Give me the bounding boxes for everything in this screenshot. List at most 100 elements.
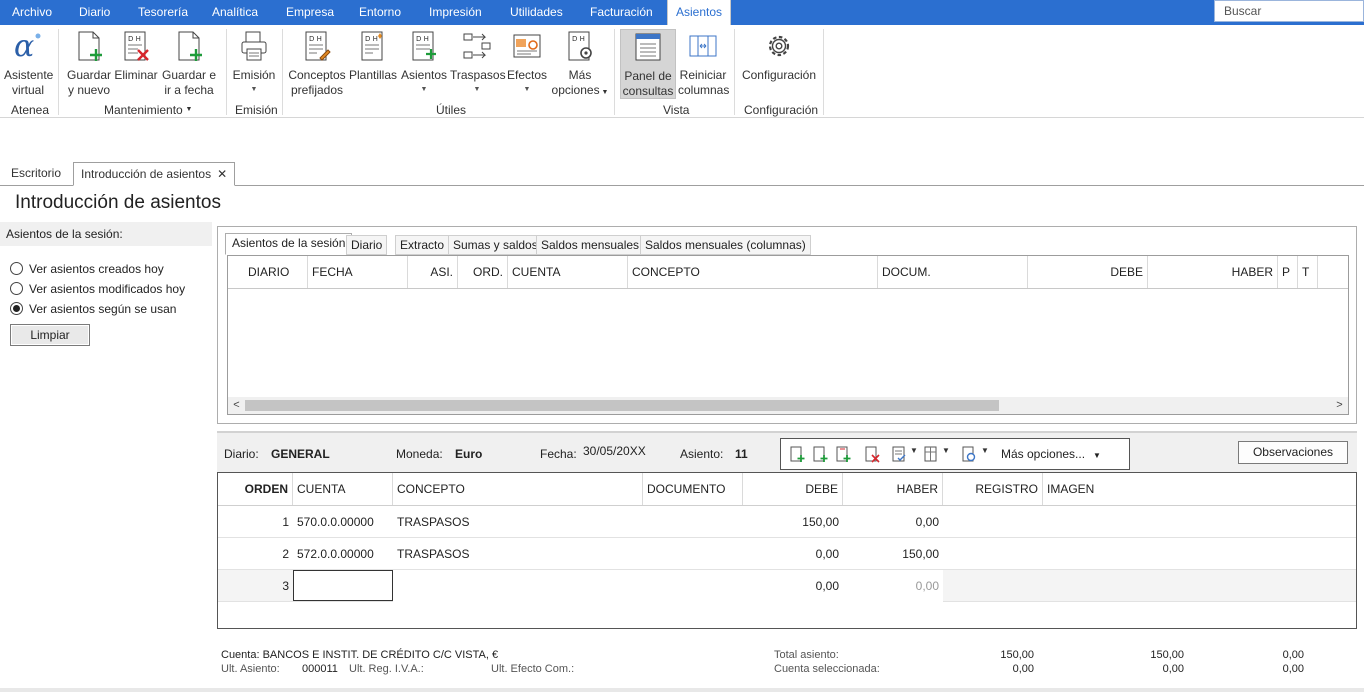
plantillas-button[interactable]: D H Plantillas: [349, 29, 397, 83]
col-concepto[interactable]: CONCEPTO: [628, 256, 878, 288]
subtab-diario[interactable]: Diario: [346, 235, 388, 255]
cell-debe[interactable]: 0,00: [743, 538, 843, 570]
col-haber[interactable]: HABER: [843, 473, 943, 505]
cell-haber[interactable]: 0,00: [843, 506, 943, 538]
col-concepto[interactable]: CONCEPTO: [393, 473, 643, 505]
observaciones-button[interactable]: Observaciones: [1238, 441, 1348, 464]
col-docum[interactable]: DOCUM.: [878, 256, 1028, 288]
guardar-nuevo-button[interactable]: Guardar y nuevo: [66, 29, 112, 98]
tab-introduccion-asientos[interactable]: Introducción de asientos ✕: [73, 162, 236, 186]
session-grid[interactable]: DIARIO FECHA ASI. ORD. CUENTA CONCEPTO D…: [227, 255, 1349, 415]
eliminar-button[interactable]: D H Eliminar: [114, 29, 158, 83]
cell-concepto[interactable]: TRASPASOS: [393, 538, 643, 570]
delete-line-icon[interactable]: [864, 446, 880, 463]
cell-concepto[interactable]: TRASPASOS: [393, 506, 643, 538]
col-diario[interactable]: DIARIO: [228, 256, 308, 288]
document-settings-icon[interactable]: [961, 446, 977, 463]
scroll-left-icon[interactable]: <: [228, 397, 245, 414]
conceptos-prefijados-button[interactable]: D H Conceptos prefijados: [287, 29, 347, 98]
asistente-virtual-button[interactable]: α Asistente virtual: [4, 29, 53, 98]
scroll-right-icon[interactable]: >: [1331, 397, 1348, 414]
col-ord[interactable]: ORD.: [458, 256, 508, 288]
col-fecha[interactable]: FECHA: [308, 256, 408, 288]
traspasos-label: Traspasos: [450, 68, 506, 82]
subtab-sumas-saldos[interactable]: Sumas y saldos: [448, 235, 543, 255]
cuenta-edit-input[interactable]: [293, 570, 393, 601]
asientos-button[interactable]: D H Asientos ▼: [401, 29, 447, 93]
menu-tab-archivo[interactable]: Archivo: [12, 0, 52, 25]
chevron-down-icon[interactable]: ▼: [981, 446, 989, 455]
menu-tab-entorno[interactable]: Entorno: [359, 0, 401, 25]
limpiar-button[interactable]: Limpiar: [10, 324, 90, 346]
group-label-configuracion: Configuración: [744, 103, 819, 117]
configuracion-button[interactable]: Configuración: [740, 29, 818, 83]
menu-bar: Archivo Diario Tesorería Analítica Empre…: [0, 0, 1364, 25]
menu-tab-tesoreria[interactable]: Tesorería: [138, 0, 188, 25]
radio-segun-se-usan[interactable]: Ver asientos según se usan: [10, 302, 176, 316]
table-row[interactable]: 2 572.0.0.00000 TRASPASOS 0,00 150,00: [218, 538, 1356, 570]
cell-documento[interactable]: [643, 570, 743, 602]
mas-opciones-button[interactable]: D H Más opciones ▼: [549, 29, 611, 100]
add-line-icon[interactable]: [789, 446, 805, 463]
tab-escritorio[interactable]: Escritorio: [4, 162, 68, 186]
cell-cuenta[interactable]: 572.0.0.00000: [293, 538, 393, 570]
chevron-down-icon: ▼: [473, 86, 481, 93]
menu-tab-analitica[interactable]: Analítica: [212, 0, 258, 25]
col-orden[interactable]: ORDEN: [218, 473, 293, 505]
subtab-extracto[interactable]: Extracto: [395, 235, 450, 255]
col-cuenta[interactable]: CUENTA: [293, 473, 393, 505]
insert-line-icon[interactable]: [812, 446, 828, 463]
check-list-icon[interactable]: [891, 446, 907, 463]
columns-icon[interactable]: [923, 446, 939, 463]
reiniciar-columnas-button[interactable]: Reiniciar columnas: [678, 29, 729, 98]
cell-debe[interactable]: 150,00: [743, 506, 843, 538]
efectos-button[interactable]: Efectos ▼: [506, 29, 548, 93]
diario-label: Diario:: [224, 447, 259, 461]
col-t[interactable]: T: [1298, 256, 1318, 288]
scroll-thumb[interactable]: [245, 400, 999, 411]
menu-tab-asientos[interactable]: Asientos: [667, 0, 732, 25]
radio-modificados-hoy[interactable]: Ver asientos modificados hoy: [10, 282, 185, 296]
entry-grid[interactable]: ORDEN CUENTA CONCEPTO DOCUMENTO DEBE HAB…: [217, 472, 1357, 629]
col-haber[interactable]: HABER: [1148, 256, 1278, 288]
chevron-down-icon[interactable]: ▼: [910, 446, 918, 455]
menu-tab-utilidades[interactable]: Utilidades: [510, 0, 563, 25]
subtab-saldos-mensuales-columnas[interactable]: Saldos mensuales (columnas): [640, 235, 811, 255]
cell-documento[interactable]: [643, 506, 743, 538]
close-icon[interactable]: ✕: [217, 167, 227, 181]
col-imagen[interactable]: IMAGEN: [1043, 473, 1143, 505]
cell-documento[interactable]: [643, 538, 743, 570]
document-delete-icon: D H: [124, 31, 149, 61]
cell-concepto[interactable]: [393, 570, 643, 602]
add-line-red-icon[interactable]: [835, 446, 851, 463]
cell-haber[interactable]: 150,00: [843, 538, 943, 570]
search-input[interactable]: Buscar: [1214, 0, 1364, 22]
panel-consultas-button[interactable]: Panel de consultas: [620, 29, 676, 99]
cell-haber[interactable]: 0,00: [843, 570, 943, 602]
traspasos-button[interactable]: Traspasos ▼: [450, 29, 506, 93]
col-documento[interactable]: DOCUMENTO: [643, 473, 743, 505]
fecha-value[interactable]: 30/05/20XX: [583, 444, 646, 458]
col-cuenta[interactable]: CUENTA: [508, 256, 628, 288]
menu-tab-empresa[interactable]: Empresa: [286, 0, 334, 25]
col-debe[interactable]: DEBE: [743, 473, 843, 505]
radio-creados-hoy[interactable]: Ver asientos creados hoy: [10, 262, 164, 276]
menu-tab-facturacion[interactable]: Facturación: [590, 0, 653, 25]
horizontal-scrollbar[interactable]: < >: [228, 397, 1348, 414]
subtab-asientos-sesion[interactable]: Asientos de la sesión: [225, 233, 353, 255]
cell-debe[interactable]: 0,00: [743, 570, 843, 602]
col-asi[interactable]: ASI.: [408, 256, 458, 288]
emision-button[interactable]: Emisión ▼: [232, 29, 276, 93]
subtab-saldos-mensuales[interactable]: Saldos mensuales: [536, 235, 645, 255]
col-debe[interactable]: DEBE: [1028, 256, 1148, 288]
mas-opciones-dropdown[interactable]: Más opciones... ▼: [1001, 447, 1101, 461]
table-row[interactable]: 1 570.0.0.00000 TRASPASOS 150,00 0,00: [218, 506, 1356, 538]
cell-orden: 3: [282, 579, 289, 593]
menu-tab-impresion[interactable]: Impresión: [429, 0, 482, 25]
col-registro[interactable]: REGISTRO: [943, 473, 1043, 505]
menu-tab-diario[interactable]: Diario: [79, 0, 110, 25]
col-p[interactable]: P: [1278, 256, 1298, 288]
table-row-editing[interactable]: 3 0,00 0,00: [218, 570, 1356, 602]
chevron-down-icon[interactable]: ▼: [942, 446, 950, 455]
cell-cuenta[interactable]: 570.0.0.00000: [293, 506, 393, 538]
